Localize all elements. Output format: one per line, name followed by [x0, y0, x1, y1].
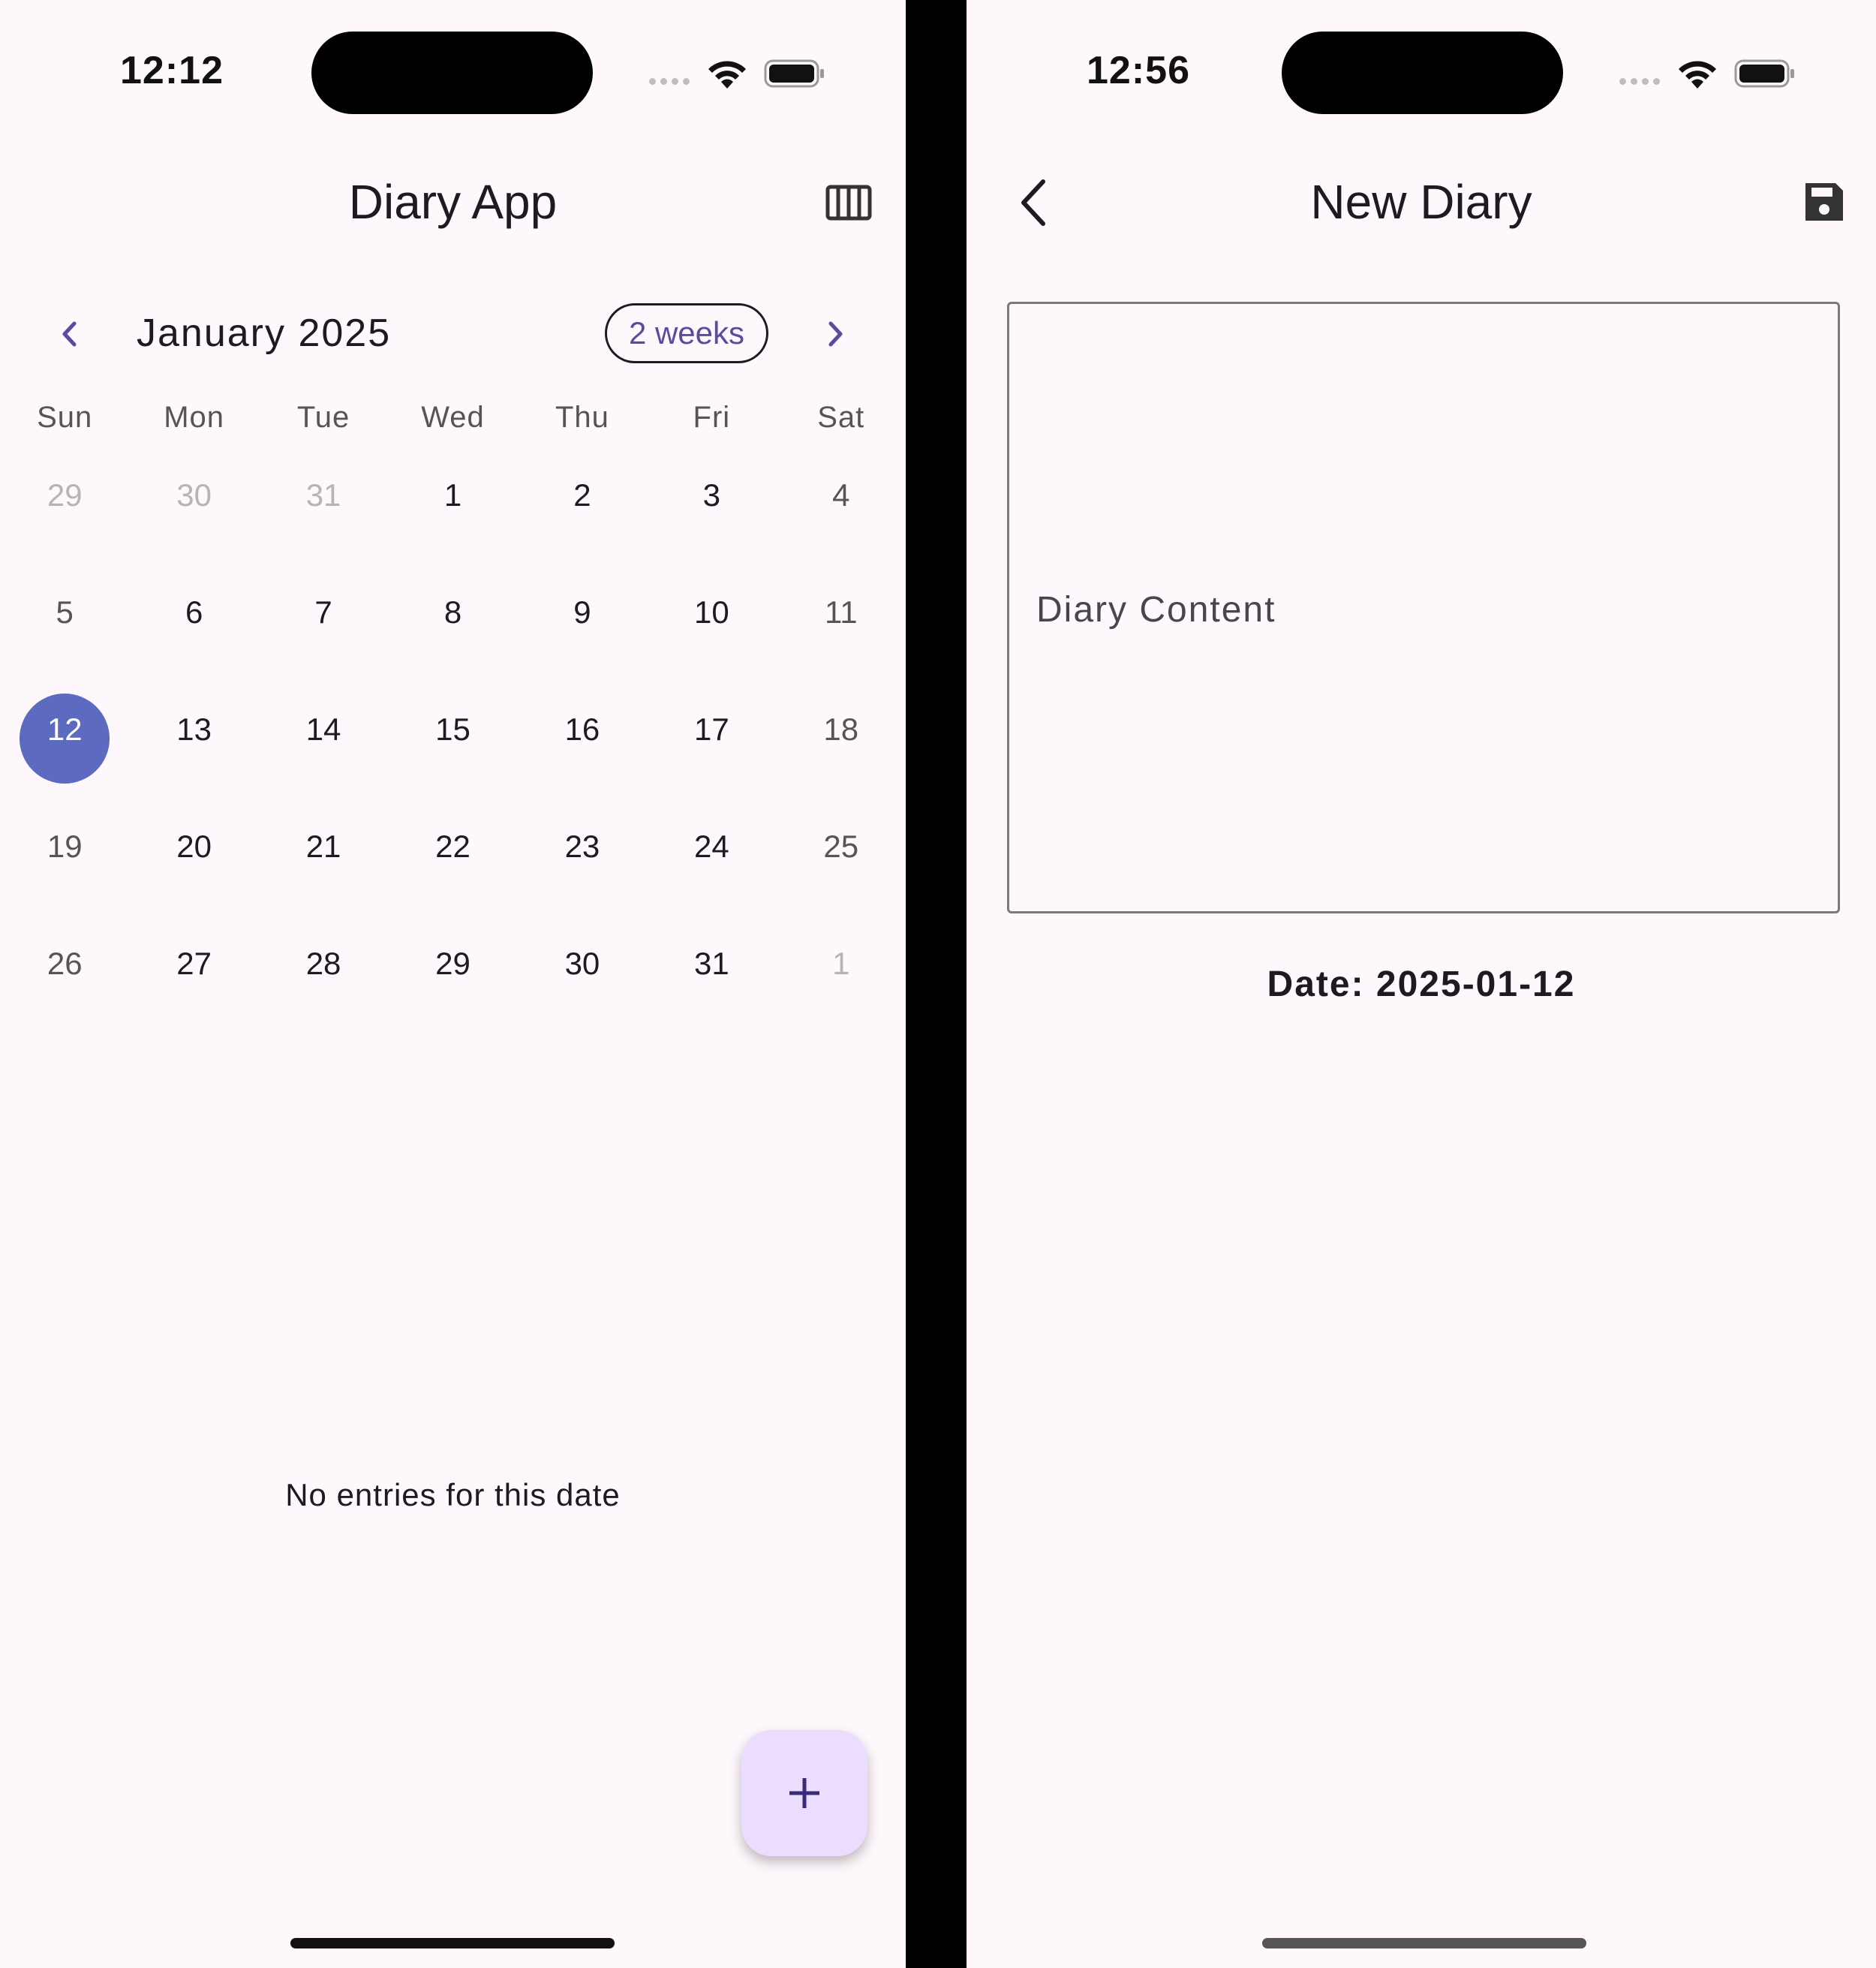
calendar-day[interactable]: 24: [647, 815, 776, 932]
signal-icon: [649, 78, 690, 85]
calendar-week: 12 13 14 15 16 17 18: [0, 694, 906, 815]
save-icon: [1805, 183, 1843, 221]
dynamic-island: [311, 32, 593, 114]
status-time: 12:56: [1087, 49, 1190, 92]
calendar-day[interactable]: 31: [259, 464, 388, 581]
chevron-left-icon: [62, 321, 77, 347]
diary-content-placeholder: Diary Content: [1036, 590, 1276, 630]
calendar-day[interactable]: 21: [259, 815, 388, 932]
save-button[interactable]: [1798, 176, 1850, 228]
calendar-day[interactable]: 7: [259, 581, 388, 698]
calendar-day[interactable]: 13: [129, 698, 258, 815]
calendar-day[interactable]: 27: [129, 932, 258, 1049]
calendar-day[interactable]: 29: [0, 464, 129, 581]
calendar-day[interactable]: 8: [388, 581, 517, 698]
chevron-right-icon: [828, 321, 843, 347]
calendar-day[interactable]: 15: [388, 698, 517, 815]
status-time: 12:12: [120, 49, 224, 92]
plus-icon: [789, 1778, 819, 1808]
weekday-label: Wed: [421, 401, 485, 434]
weekday-label: Sat: [817, 401, 865, 434]
calendar-day[interactable]: 18: [777, 698, 906, 815]
two-weeks-button[interactable]: 2 weeks: [605, 303, 768, 363]
calendar-day[interactable]: 31: [647, 932, 776, 1049]
page-title: Diary App: [348, 175, 558, 229]
month-label: January 2025: [137, 311, 392, 355]
home-indicator: [290, 1938, 615, 1948]
calendar-day[interactable]: 1: [777, 932, 906, 1049]
calendar-day-selected[interactable]: 12: [0, 694, 129, 815]
calendar-grid: 29 30 31 1 2 3 4 5 6 7 8 9 10 11 12 13 1…: [0, 464, 906, 1049]
calendar-day[interactable]: 29: [388, 932, 517, 1049]
calendar-day[interactable]: 1: [388, 464, 517, 581]
calendar-day[interactable]: 14: [259, 698, 388, 815]
weekday-label: Sun: [37, 401, 93, 434]
previous-month-button[interactable]: [47, 315, 92, 353]
wifi-icon: [708, 61, 746, 89]
calendar-screen: 12:12 Diary App January 2025 2 weeks Sun…: [0, 0, 906, 1968]
calendar-week: 29 30 31 1 2 3 4: [0, 464, 906, 581]
home-indicator: [1262, 1938, 1586, 1948]
weekday-label: Mon: [164, 401, 225, 434]
new-diary-screen: 12:56 New Diary Diary Content Date: 2025…: [967, 0, 1876, 1968]
calendar-day[interactable]: 3: [647, 464, 776, 581]
calendar-week: 26 27 28 29 30 31 1: [0, 932, 906, 1049]
calendar-format-button[interactable]: [824, 180, 873, 225]
calendar-day[interactable]: 20: [129, 815, 258, 932]
battery-icon: [764, 59, 824, 88]
wifi-icon: [1679, 61, 1716, 89]
calendar-day[interactable]: 17: [647, 698, 776, 815]
calendar-day[interactable]: 2: [518, 464, 647, 581]
calendar-day[interactable]: 30: [129, 464, 258, 581]
calendar-day[interactable]: 26: [0, 932, 129, 1049]
calendar-day[interactable]: 6: [129, 581, 258, 698]
next-month-button[interactable]: [813, 315, 858, 353]
calendar-day[interactable]: 30: [518, 932, 647, 1049]
calendar-day[interactable]: 4: [777, 464, 906, 581]
calendar-day[interactable]: 22: [388, 815, 517, 932]
calendar-day[interactable]: 28: [259, 932, 388, 1049]
calendar-day[interactable]: 10: [647, 581, 776, 698]
calendar-day[interactable]: 19: [0, 815, 129, 932]
calendar-day[interactable]: 9: [518, 581, 647, 698]
signal-icon: [1619, 78, 1660, 85]
page-title: New Diary: [1310, 175, 1532, 229]
date-label: Date: 2025-01-12: [1267, 964, 1576, 1004]
calendar-week: 5 6 7 8 9 10 11: [0, 581, 906, 698]
view-week-icon: [825, 185, 872, 221]
battery-icon: [1734, 59, 1794, 88]
diary-content-field[interactable]: Diary Content: [1007, 302, 1840, 913]
calendar-day[interactable]: 25: [777, 815, 906, 932]
calendar-day[interactable]: 23: [518, 815, 647, 932]
weekday-label: Tue: [296, 401, 350, 434]
weekday-label: Fri: [693, 401, 731, 434]
calendar-day[interactable]: 11: [777, 581, 906, 698]
calendar-day[interactable]: 5: [0, 581, 129, 698]
empty-state-message: No entries for this date: [285, 1477, 621, 1512]
add-entry-button[interactable]: [741, 1730, 867, 1856]
dynamic-island: [1282, 32, 1563, 114]
calendar-week: 19 20 21 22 23 24 25: [0, 815, 906, 932]
weekday-label: Thu: [555, 401, 609, 434]
calendar-header: January 2025 2 weeks: [0, 300, 906, 368]
weekday-header: Sun Mon Tue Wed Thu Fri Sat: [0, 401, 906, 435]
calendar-day[interactable]: 16: [518, 698, 647, 815]
